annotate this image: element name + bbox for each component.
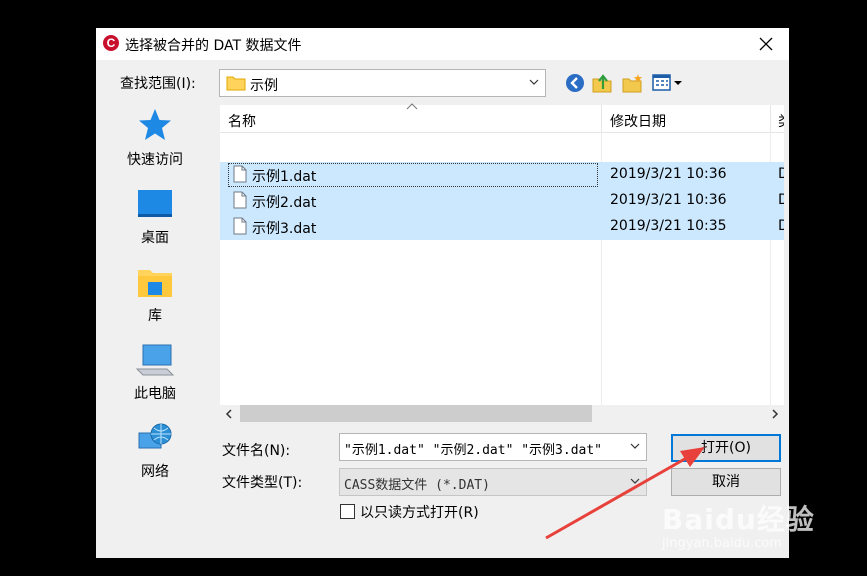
watermark-brand: Baidu经验: [662, 503, 815, 536]
watermark-url: jingyan.baidu.com: [662, 536, 782, 551]
baidu-watermark: Baidu经验 jingyan.baidu.com: [662, 498, 815, 551]
annotation-arrow: [545, 447, 705, 540]
